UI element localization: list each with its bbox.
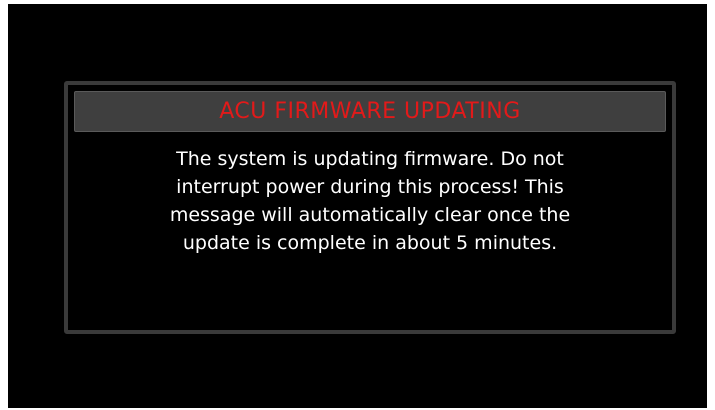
- message-line-4: update is complete in about 5 minutes.: [182, 232, 558, 254]
- message-line-2: interrupt power during this process! Thi…: [176, 176, 564, 198]
- message-line-1: The system is updating firmware. Do not: [176, 148, 564, 170]
- dialog-message: The system is updating firmware. Do not …: [74, 145, 666, 257]
- display-screen: ACU FIRMWARE UPDATING The system is upda…: [8, 4, 707, 408]
- dialog-header: ACU FIRMWARE UPDATING: [74, 91, 666, 132]
- dialog-title: ACU FIRMWARE UPDATING: [219, 99, 521, 124]
- firmware-update-dialog: ACU FIRMWARE UPDATING The system is upda…: [64, 81, 676, 334]
- message-line-3: message will automatically clear once th…: [169, 204, 571, 226]
